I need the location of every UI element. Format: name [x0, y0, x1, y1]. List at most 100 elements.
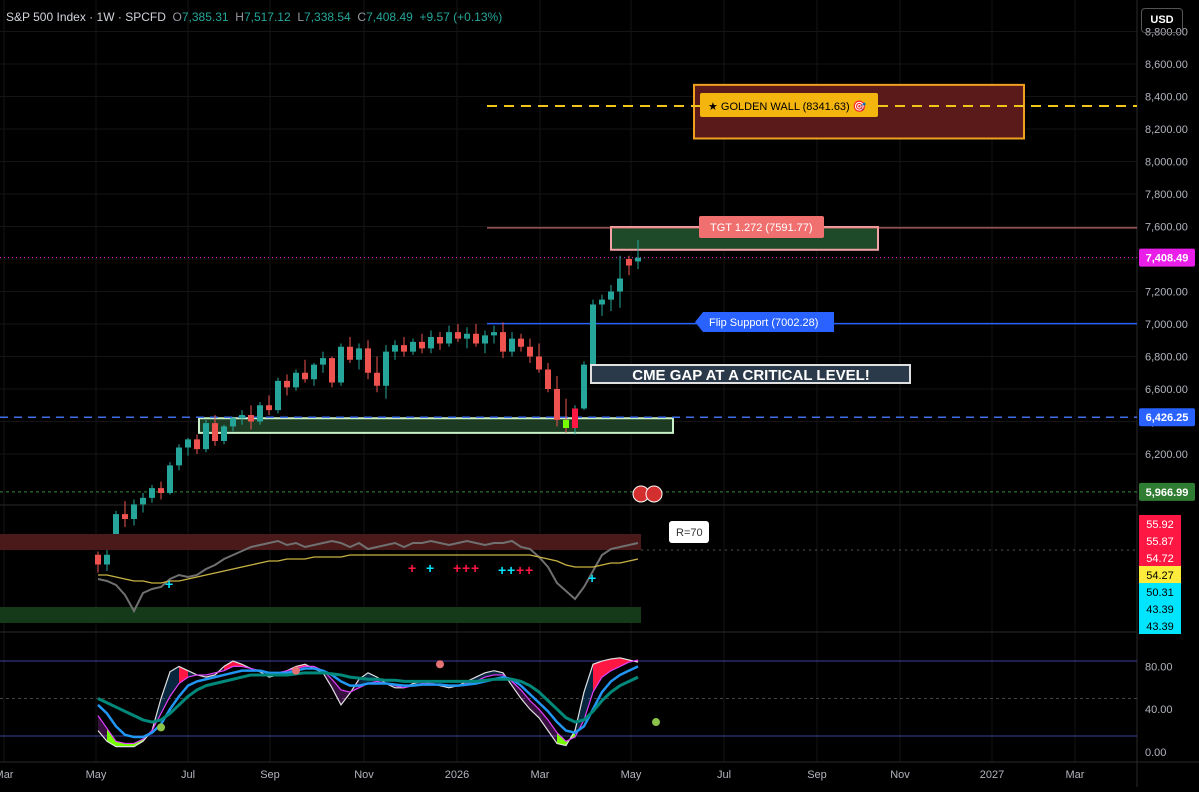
- candle: [581, 361, 587, 411]
- candle: [131, 499, 137, 526]
- candle-body: [608, 291, 614, 300]
- candle: [293, 369, 299, 391]
- tradingview-chart[interactable]: ++ + + + + + + + + +R=7055.9255.8754.7254.2750.31…: [0, 0, 1199, 787]
- candle: [383, 345, 389, 399]
- time-tick-label: Sep: [260, 769, 280, 781]
- stoch-fill: [98, 715, 107, 742]
- time-tick-label: 2026: [445, 769, 469, 781]
- candle: [491, 325, 497, 344]
- candle-body: [122, 514, 128, 519]
- rsi-series-line: [98, 554, 639, 584]
- cme-gap-label: CME GAP AT A CRITICAL LEVEL!: [590, 364, 911, 384]
- candle-body: [392, 345, 398, 352]
- candle: [554, 376, 560, 427]
- price-tick-label: 7,200.00: [1145, 287, 1188, 299]
- cme-gap-text: CME GAP AT A CRITICAL LEVEL!: [632, 367, 870, 384]
- candle-body: [635, 257, 641, 262]
- candle-body: [302, 372, 308, 380]
- candle-body: [581, 364, 587, 409]
- candle: [410, 338, 416, 355]
- signal-marker: +: [426, 560, 434, 576]
- rsi-value-tag: 54.72: [1146, 553, 1174, 565]
- candle-body: [221, 426, 227, 441]
- candle: [509, 332, 515, 357]
- price-tick-label: 8,000.00: [1145, 157, 1188, 169]
- signal-marker: +: [471, 560, 479, 576]
- current-price-tag: 7,408.49: [1146, 253, 1189, 265]
- stoch-tick-label: 0.00: [1145, 747, 1166, 759]
- candle-body: [185, 439, 191, 448]
- candle-body: [338, 346, 344, 383]
- candle-body: [491, 332, 497, 336]
- low-label: L: [297, 10, 305, 24]
- candle-body: [527, 346, 533, 357]
- price-tick-label: 8,400.00: [1145, 92, 1188, 104]
- candle-body: [509, 338, 515, 352]
- candle-body: [329, 358, 335, 383]
- rsi-value-tag: 43.39: [1146, 604, 1174, 616]
- candle: [329, 356, 335, 388]
- candle-body: [374, 372, 380, 386]
- rsi-value-tag: 50.31: [1146, 587, 1174, 599]
- candle: [437, 332, 443, 350]
- candle-body: [365, 348, 371, 373]
- candle-body: [554, 389, 560, 420]
- rsi-value-tag: 55.87: [1146, 536, 1174, 548]
- candle: [347, 337, 353, 363]
- demand-zone: [198, 417, 674, 434]
- candle-body: [194, 439, 200, 450]
- candle: [311, 363, 317, 386]
- price-tick-label: 8,600.00: [1145, 59, 1188, 71]
- candle-body: [248, 415, 254, 422]
- open-value: 7,385.31: [181, 10, 229, 24]
- close-value: 7,408.49: [366, 10, 413, 24]
- time-tick-label: Jul: [717, 769, 731, 781]
- symbol-header: S&P 500 Index · 1W · SPCFD O7,385.31 H7,…: [6, 10, 503, 24]
- candle-body: [203, 423, 209, 450]
- flip-support-label: Flip Support (7002.28): [695, 312, 834, 332]
- timeframe[interactable]: 1W: [97, 10, 115, 24]
- stoch-cross-dot: [157, 723, 165, 732]
- candle-body: [230, 418, 236, 427]
- signal-marker: +: [525, 562, 533, 578]
- candle-body: [266, 405, 272, 411]
- candle-body: [518, 338, 524, 347]
- chart-canvas[interactable]: + + + + + + + + + + + R=70 55.92 55.87 54.72 54.27 50.31…: [0, 0, 1199, 787]
- time-tick-label: Nov: [354, 769, 374, 781]
- open-label: O: [172, 10, 182, 24]
- time-tick-label: Mar: [1066, 769, 1085, 781]
- candle-body: [284, 380, 290, 388]
- candle: [590, 299, 596, 368]
- candle: [275, 377, 281, 414]
- candle-body: [113, 514, 119, 536]
- time-tick-label: Jul: [181, 769, 195, 781]
- stoch-cross-dot: [652, 718, 660, 727]
- candle-body: [239, 415, 245, 419]
- candle: [527, 338, 533, 363]
- currency-button[interactable]: USD: [1141, 8, 1183, 33]
- candle-body: [356, 348, 362, 360]
- signal-marker: +: [453, 560, 461, 576]
- candle: [374, 356, 380, 393]
- symbol-name[interactable]: S&P 500 Index: [6, 10, 86, 24]
- candle-body: [149, 488, 155, 498]
- candle-body: [599, 299, 605, 305]
- candle-body: [482, 335, 488, 344]
- high-value: 7,517.12: [243, 10, 291, 24]
- candle-body: [437, 337, 443, 344]
- flip-support-text: Flip Support (7002.28): [709, 317, 818, 329]
- golden-wall-text: ★ GOLDEN WALL (8341.63) 🎯: [708, 100, 867, 113]
- candle: [473, 324, 479, 347]
- oversold-band: [0, 607, 641, 623]
- signal-marker: +: [462, 560, 470, 576]
- change-value: +9.57 (+0.13%): [419, 10, 503, 24]
- low-price-tag: 5,966.99: [1146, 487, 1189, 499]
- overbought-band: [0, 534, 641, 550]
- candle: [401, 337, 407, 357]
- candle: [482, 330, 488, 354]
- rsi-value-tag: 55.92: [1146, 519, 1174, 531]
- candle-body: [293, 372, 299, 388]
- close-label: C: [357, 10, 367, 24]
- rsi-value-tag: 54.27: [1146, 570, 1174, 582]
- candle-body: [401, 345, 407, 352]
